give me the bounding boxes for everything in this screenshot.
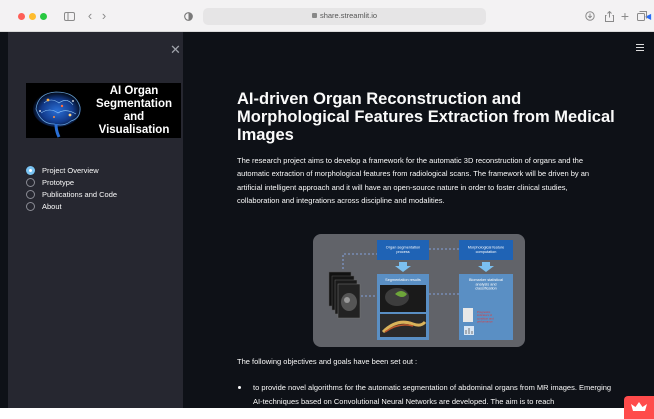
logo-line: Visualisation (98, 124, 170, 136)
privacy-shield-icon[interactable] (183, 9, 193, 23)
nav-option-about[interactable]: About (26, 201, 117, 212)
forward-icon[interactable]: › (99, 9, 109, 23)
download-icon[interactable] (585, 9, 595, 23)
page-title: AI-driven Organ Reconstruction and Morph… (237, 90, 615, 144)
hamburger-menu-icon[interactable] (636, 44, 644, 53)
workflow-diagram: Organ segmentation process Segmentation r… (313, 234, 525, 347)
project-logo: AI Organ Segmentation and Visualisation (26, 83, 181, 138)
nav-option-label: Publications and Code (42, 190, 118, 199)
streamlit-badge[interactable] (624, 396, 654, 419)
radio-unselected-icon[interactable] (26, 190, 35, 199)
share-icon[interactable] (604, 9, 614, 23)
mri-scan-stack (328, 271, 361, 319)
back-icon[interactable]: ‹ (85, 9, 95, 23)
logo-line: Segmentation (95, 98, 173, 110)
logo-title: AI Organ Segmentation and Visualisation (90, 83, 178, 138)
browser-toolbar: ‹ › share.streamlit.io ◀︎ ↻ + (0, 0, 654, 32)
address-bar[interactable]: share.streamlit.io ◀︎ ↻ (203, 8, 651, 25)
radio-unselected-icon[interactable] (26, 178, 35, 187)
nav-option-label: About (42, 202, 62, 211)
radio-unselected-icon[interactable] (26, 202, 35, 211)
minimize-window-button[interactable] (29, 13, 36, 20)
close-sidebar-icon[interactable]: ✕ (170, 42, 181, 58)
nav-option-label: Project Overview (42, 166, 99, 175)
objective-text: to provide novel algorithms for the auto… (253, 383, 612, 406)
maximize-window-button[interactable] (40, 13, 47, 20)
sidebar: ✕ AI Organ Segmentation and Visualisatio… (8, 32, 183, 408)
brain-illustration (26, 83, 88, 138)
logo-line: and (123, 111, 145, 123)
page-bottom-strip (0, 408, 654, 419)
diagram-box-label: Segmentation results (385, 278, 421, 282)
sidebar-toggle-icon[interactable] (62, 9, 76, 23)
lock-icon (311, 12, 317, 18)
nav-option-project-overview[interactable]: Project Overview (26, 165, 117, 176)
navigation-radio-group: Project Overview Prototype Publications … (26, 165, 117, 213)
streamlit-crown-icon (631, 402, 647, 411)
nav-option-publications-and-code[interactable]: Publications and Code (26, 189, 117, 200)
radio-selected-icon[interactable] (26, 166, 35, 175)
url-text: share.streamlit.io (319, 11, 378, 20)
close-window-button[interactable] (18, 13, 25, 20)
nav-option-prototype[interactable]: Prototype (26, 177, 117, 188)
objectives-intro: The following objectives and goals have … (237, 357, 418, 366)
workflow-diagram-graphic: Organ segmentation process Segmentation r… (328, 240, 513, 340)
bullet-icon (238, 386, 241, 389)
app-view: ✕ AI Organ Segmentation and Visualisatio… (0, 32, 654, 408)
tab-overview-icon[interactable] (637, 9, 647, 23)
logo-line: AI Organ (109, 85, 159, 97)
intro-paragraph: The research project aims to develop a f… (237, 156, 590, 205)
nav-option-label: Prototype (42, 178, 75, 187)
new-tab-icon[interactable]: + (620, 9, 630, 23)
